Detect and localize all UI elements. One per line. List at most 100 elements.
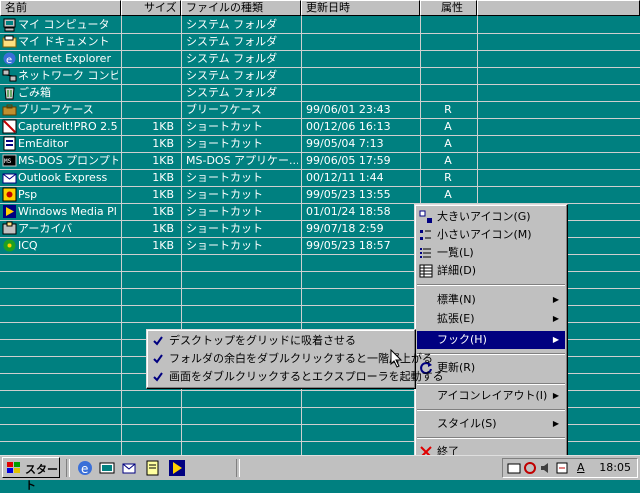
start-label: スタート (25, 463, 58, 492)
row-size (122, 85, 174, 101)
table-row[interactable]: CaptureIt!PRO 2.5 1KB ショートカット 00/12/06 16:1… (0, 118, 640, 135)
table-row[interactable]: EmEditor 1KB ショートカット 99/05/04 7:13 A (0, 135, 640, 152)
row-type: システム フォルダ (186, 69, 278, 82)
ime-indicator[interactable]: A (577, 461, 585, 474)
row-name: ごみ箱 (18, 86, 51, 99)
menu-separator (417, 409, 565, 411)
column-header-attr[interactable]: 属性 (420, 0, 477, 16)
submenu-arrow-icon: ▶ (552, 314, 559, 323)
tray-app-icon[interactable] (507, 461, 521, 475)
column-header-name[interactable]: 名前 (0, 0, 121, 16)
row-type: ショートカット (186, 171, 263, 184)
table-row[interactable]: ブリーフケース ブリーフケース 99/06/01 23:43 R (0, 101, 640, 118)
row-type: システム フォルダ (186, 52, 278, 65)
row-date (306, 17, 418, 33)
row-date (306, 51, 418, 67)
quicklaunch-divider (66, 459, 70, 477)
row-date (306, 34, 418, 50)
row-size: 1KB (152, 222, 174, 235)
row-size (122, 102, 174, 118)
mouse-cursor-icon (390, 349, 403, 368)
row-date: 99/05/23 13:55 (306, 188, 391, 201)
submenu-item-launch-explorer[interactable]: 画面をダブルクリックするとエクスプローラを起動する (149, 368, 444, 386)
table-row[interactable]: MS MS-DOS プロンプト 1KB MS-DOS アプリケー... 99/06/05… (0, 152, 640, 169)
start-button[interactable]: スタート (2, 457, 60, 492)
row-type: ショートカット (186, 239, 263, 252)
menu-item-large-icons[interactable]: 大きいアイコン(G) (417, 208, 565, 226)
column-header-date[interactable]: 更新日時 (301, 0, 420, 16)
checkmark-icon (153, 336, 163, 346)
row-name: マイ コンピュータ (18, 18, 110, 31)
menu-item-label: 一覧(L) (437, 246, 474, 259)
menu-item-standard[interactable]: 標準(N) ▶ (417, 291, 565, 309)
msdos-prompt-icon: MS (2, 154, 17, 167)
menu-item-label: アイコンレイアウト(I) (437, 389, 548, 402)
internet-explorer-icon: e (3, 52, 16, 66)
table-row[interactable]: e Internet Explorer システム フォルダ (0, 50, 640, 67)
submenu-item-label: 画面をダブルクリックするとエクスプローラを起動する (169, 370, 444, 383)
svg-text:MS: MS (4, 158, 12, 165)
taskbar-divider (236, 459, 240, 477)
row-size (122, 34, 174, 50)
table-row[interactable]: ネットワーク コンピュータ システム フォルダ (0, 67, 640, 84)
row-size: 1KB (152, 188, 174, 201)
submenu-arrow-icon: ▶ (552, 335, 559, 344)
my-documents-icon (2, 35, 17, 48)
tray-volume-icon[interactable] (539, 461, 553, 475)
details-view-icon (419, 264, 433, 278)
media-player-quicklaunch-icon[interactable] (168, 459, 186, 477)
checkmark-icon (153, 372, 163, 382)
submenu-item-folder-up[interactable]: フォルダの余白をダブルクリックすると一階層上がる (149, 350, 433, 368)
row-size: 1KB (152, 171, 174, 184)
table-row[interactable]: Outlook Express 1KB ショートカット 00/12/11 1:44 R (0, 169, 640, 186)
table-row[interactable]: マイ コンピュータ システム フォルダ (0, 16, 640, 33)
row-attr (420, 17, 476, 33)
archivers-icon (2, 221, 17, 235)
menu-item-hook[interactable]: フック(H) ▶ (417, 331, 565, 349)
row-name: Outlook Express (18, 171, 108, 184)
outlook-express-quicklaunch-icon[interactable] (120, 459, 138, 477)
my-computer-icon (3, 18, 16, 32)
internet-explorer-quicklaunch-icon[interactable]: e (76, 459, 94, 477)
table-row[interactable]: Psp 1KB ショートカット 99/05/23 13:55 A (0, 186, 640, 203)
submenu-arrow-icon: ▶ (552, 391, 559, 400)
windows-media-player-icon (3, 205, 16, 218)
menu-item-small-icons[interactable]: 小さいアイコン(M) (417, 226, 565, 244)
submenu-item-snap-grid[interactable]: デスクトップをグリッドに吸着させる (149, 332, 413, 350)
tray-network-icon[interactable] (523, 461, 537, 475)
system-tray: A 18:05 (502, 458, 638, 478)
hook-submenu: デスクトップをグリッドに吸着させる フォルダの余白をダブルクリックすると一階層上… (146, 329, 444, 389)
emeditor-icon (3, 136, 16, 151)
menu-item-style[interactable]: スタイル(S) ▶ (417, 415, 565, 433)
show-desktop-icon[interactable] (98, 459, 116, 477)
row-name: Windows Media Pl... (18, 205, 118, 218)
row-type: ショートカット (186, 188, 263, 201)
row-type: ショートカット (186, 222, 263, 235)
column-header-size[interactable]: サイズ (121, 0, 181, 16)
recycle-bin-icon (4, 87, 15, 100)
checkmark-icon (153, 354, 163, 364)
menu-item-label: 標準(N) (437, 293, 476, 306)
row-date: 00/12/11 1:44 (306, 171, 384, 184)
menu-item-list[interactable]: 一覧(L) (417, 244, 565, 262)
row-size: 1KB (152, 137, 174, 150)
menu-item-label: 拡張(E) (437, 312, 475, 325)
row-name: ブリーフケース (18, 103, 94, 116)
column-header-blank (477, 0, 640, 16)
menu-item-details[interactable]: 詳細(D) (417, 262, 565, 280)
row-date: 99/06/01 23:43 (306, 103, 391, 116)
row-type: ブリーフケース (186, 103, 262, 116)
tray-task-scheduler-icon[interactable] (555, 461, 569, 475)
menu-item-extended[interactable]: 拡張(E) ▶ (417, 310, 565, 328)
menu-item-icon-layout[interactable]: アイコンレイアウト(I) ▶ (417, 387, 565, 405)
table-row[interactable]: マイ ドキュメント システム フォルダ (0, 33, 640, 50)
row-type: ショートカット (186, 120, 263, 133)
table-row[interactable]: ごみ箱 システム フォルダ (0, 84, 640, 101)
column-header-type[interactable]: ファイルの種類 (181, 0, 301, 16)
network-neighborhood-icon (2, 69, 17, 82)
clock[interactable]: 18:05 (599, 461, 631, 474)
notepad-quicklaunch-icon[interactable] (144, 459, 162, 477)
row-type: ショートカット (186, 137, 263, 150)
row-date: 99/05/23 18:57 (306, 239, 391, 252)
menu-separator (417, 437, 565, 439)
